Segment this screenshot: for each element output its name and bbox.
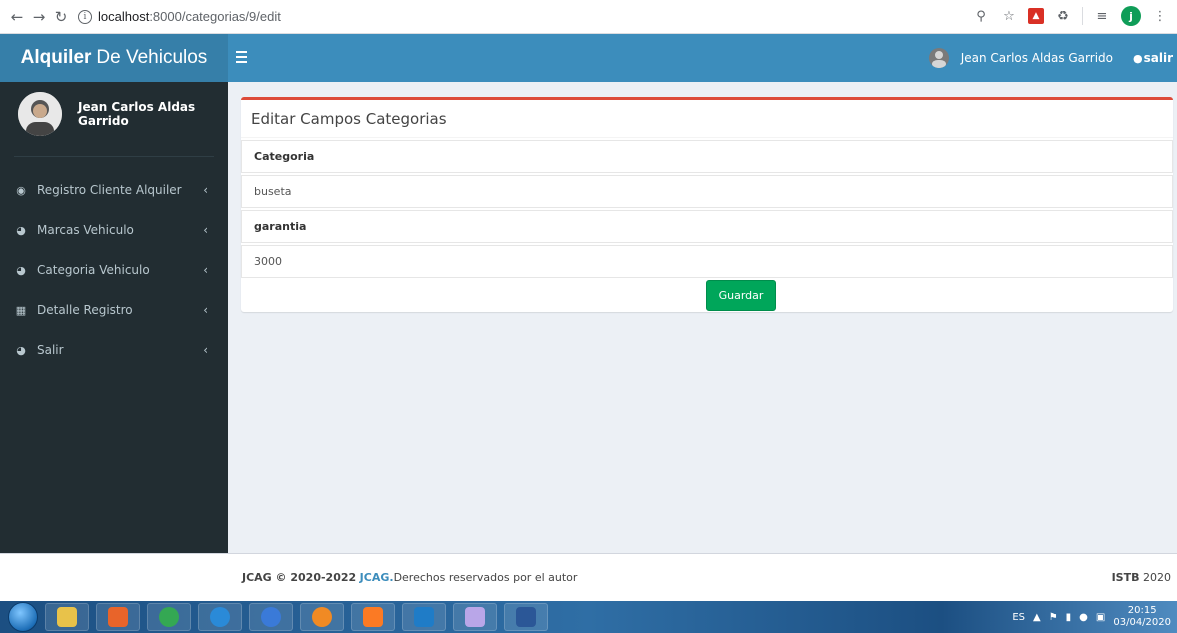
info-glyph: i [83, 11, 87, 22]
tray-expand-icon[interactable]: ▲ [1033, 612, 1041, 623]
sidebar-item-detalle[interactable]: ▦ Detalle Registro ‹ [0, 290, 228, 330]
sidebar-item-label: Registro Cliente Alquiler [37, 183, 182, 197]
box-title: Editar Campos Categorias [241, 100, 1173, 138]
brand-bold: Alquiler [20, 47, 92, 68]
extension-icon[interactable]: ▲ [1028, 8, 1044, 24]
sidebar-item-label: Salir [37, 343, 64, 357]
content-wrapper: Editar Campos Categorias Categoria buset… [228, 82, 1177, 553]
main-header: Alquiler De Vehiculos Jean Carlos Aldas … [0, 34, 1177, 82]
hamburger-menu-icon[interactable] [236, 48, 254, 68]
clock-date: 03/04/2020 [1113, 617, 1171, 628]
header-avatar [928, 48, 949, 68]
reload-icon[interactable]: ↻ [50, 6, 72, 28]
footer-link[interactable]: JCAG. [360, 571, 394, 584]
pie-icon: ◕ [16, 343, 26, 357]
chevron-left-icon: ‹ [203, 263, 208, 277]
outlook-icon[interactable] [96, 603, 140, 631]
chevron-left-icon: ‹ [203, 183, 208, 197]
garantia-label: garantia [254, 220, 307, 233]
categoria-value: buseta [254, 185, 292, 198]
header-user-name: Jean Carlos Aldas Garrido [960, 51, 1113, 65]
salir-link[interactable]: ● salir [1133, 34, 1173, 82]
footer-istb: ISTB [1111, 571, 1140, 584]
ie-icon[interactable] [198, 603, 242, 631]
playlist-icon[interactable]: ≡ [1093, 7, 1111, 25]
browser-actions: ⚲ ☆ ▲ ♻ ≡ j ⋮ [972, 6, 1169, 26]
header-user-menu[interactable]: Jean Carlos Aldas Garrido [928, 34, 1113, 82]
forward-arrow-icon[interactable]: → [28, 6, 50, 28]
language-indicator[interactable]: ES [1012, 612, 1025, 623]
chrome-icon[interactable] [147, 603, 191, 631]
vscode-icon[interactable] [402, 603, 446, 631]
garantia-value: 3000 [254, 255, 282, 268]
info-icon[interactable]: i [78, 9, 92, 24]
sidebar-item-label: Categoria Vehiculo [37, 263, 150, 277]
signal-icon[interactable]: ▮ [1066, 612, 1072, 623]
chrome-tray-icon[interactable]: ● [1079, 612, 1088, 623]
logo[interactable]: Alquiler De Vehiculos [0, 34, 228, 82]
categoria-input[interactable]: buseta [241, 175, 1173, 208]
sidebar-menu: ◉ Registro Cliente Alquiler ‹ ◕ Marcas V… [0, 170, 228, 370]
sidebar-item-label: Detalle Registro [37, 303, 133, 317]
avatar [18, 92, 62, 136]
url-path: :8000/categorias/9/edit [149, 9, 281, 24]
footer-version: ISTB 2020 [1112, 571, 1171, 584]
battery-icon[interactable]: ▣ [1096, 612, 1105, 623]
garantia-input[interactable]: 3000 [241, 245, 1173, 278]
system-tray: ES ▲ ⚑ ▮ ● ▣ 20:15 03/04/2020 [1012, 601, 1171, 633]
explorer-icon[interactable] [45, 603, 89, 631]
chevron-left-icon: ‹ [203, 303, 208, 317]
toolbar-separator [1082, 7, 1083, 25]
netbeans-icon[interactable] [453, 603, 497, 631]
footer: JCAG © 2020-2022 JCAG.Derechos reservado… [0, 553, 1177, 601]
sidebar-divider [14, 156, 214, 157]
sidebar-user-name: Jean Carlos Aldas Garrido [78, 100, 196, 128]
recycle-icon[interactable]: ♻ [1054, 7, 1072, 25]
brand-rest: De Vehiculos [96, 47, 208, 68]
xampp-icon[interactable] [351, 603, 395, 631]
star-icon[interactable]: ☆ [1000, 7, 1018, 25]
sidebar: Jean Carlos Aldas Garrido ◉ Registro Cli… [0, 82, 228, 553]
word-icon[interactable] [504, 603, 548, 631]
footer-year: 2020 [1143, 571, 1171, 584]
guardar-button[interactable]: Guardar [706, 280, 776, 311]
categoria-label: Categoria [254, 150, 315, 163]
windows-taskbar: ES ▲ ⚑ ▮ ● ▣ 20:15 03/04/2020 [0, 601, 1177, 633]
sidebar-item-salir[interactable]: ◕ Salir ‹ [0, 330, 228, 370]
profile-avatar[interactable]: j [1121, 6, 1141, 26]
form-box: Editar Campos Categorias Categoria buset… [241, 97, 1173, 312]
sidebar-item-marcas[interactable]: ◕ Marcas Vehiculo ‹ [0, 210, 228, 250]
more-menu-icon[interactable]: ⋮ [1151, 7, 1169, 25]
clock[interactable]: 20:15 03/04/2020 [1113, 605, 1171, 629]
pie-icon: ◕ [16, 263, 26, 277]
url-host: localhost [98, 9, 150, 24]
sidebar-item-label: Marcas Vehiculo [37, 223, 134, 237]
sidebar-item-registro-cliente[interactable]: ◉ Registro Cliente Alquiler ‹ [0, 170, 228, 210]
clock-time: 20:15 [1127, 605, 1157, 616]
flag-icon[interactable]: ⚑ [1049, 612, 1058, 623]
footer-copyright: JCAG © 2020-2022 JCAG.Derechos reservado… [242, 571, 577, 584]
footer-copyright-bold: JCAG © 2020-2022 [242, 571, 357, 584]
salir-label: salir [1143, 51, 1173, 65]
firefox-dev-icon[interactable] [249, 603, 293, 631]
pie-icon: ◕ [16, 223, 26, 237]
url-text: localhost:8000/categorias/9/edit [98, 9, 281, 24]
users-icon: ● [1133, 51, 1143, 65]
field-label-row: Categoria [241, 140, 1173, 173]
users-icon: ◉ [16, 183, 26, 197]
table-icon: ▦ [15, 303, 27, 317]
zoom-icon[interactable]: ⚲ [972, 7, 990, 25]
firefox-icon[interactable] [300, 603, 344, 631]
user-panel: Jean Carlos Aldas Garrido [0, 82, 228, 156]
start-button-icon[interactable] [8, 602, 38, 632]
back-arrow-icon[interactable]: ← [6, 6, 28, 28]
chevron-left-icon: ‹ [203, 223, 208, 237]
browser-toolbar: ← → ↻ i localhost:8000/categorias/9/edit… [0, 0, 1177, 34]
chevron-left-icon: ‹ [203, 343, 208, 357]
field-label-row: garantia [241, 210, 1173, 243]
address-bar[interactable]: i localhost:8000/categorias/9/edit [78, 4, 878, 30]
footer-rights-text: Derechos reservados por el autor [393, 571, 578, 584]
sidebar-item-categoria[interactable]: ◕ Categoria Vehiculo ‹ [0, 250, 228, 290]
